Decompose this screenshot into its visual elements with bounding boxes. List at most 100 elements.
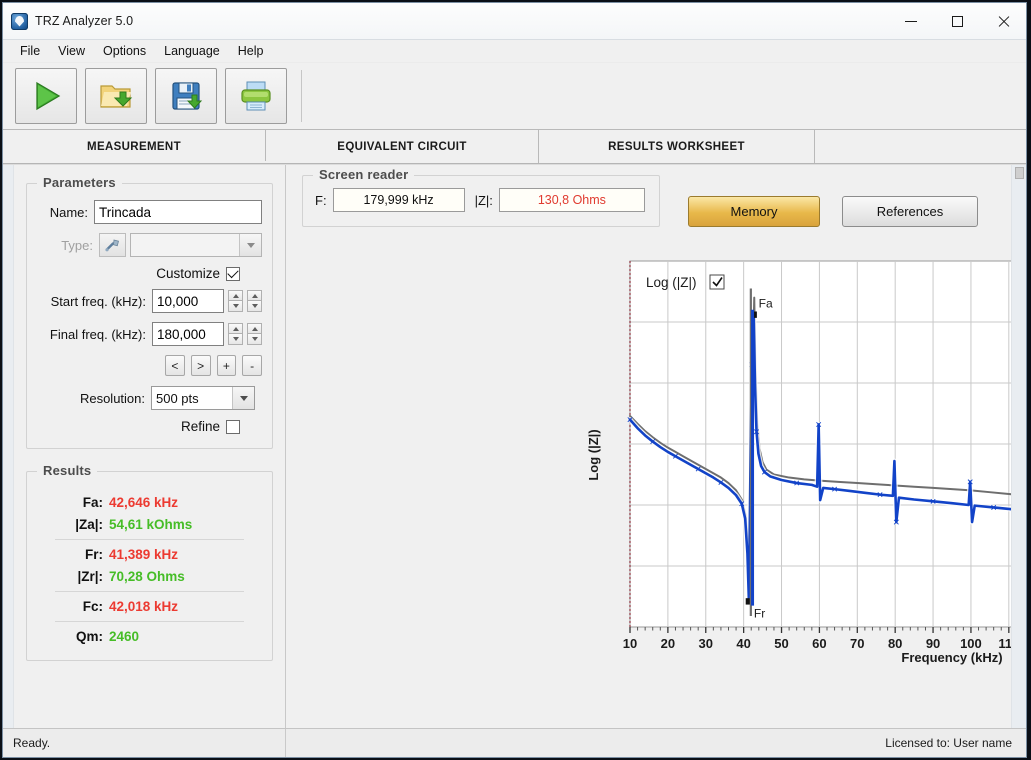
impedance-chart[interactable]: FaFr 10203040506070809010011012013014015… [584, 255, 1027, 665]
menu-view[interactable]: View [49, 42, 94, 60]
resolution-value: 500 pts [156, 391, 199, 406]
resolution-dropdown[interactable]: 500 pts [151, 386, 255, 410]
frequency-label: F: [315, 193, 327, 208]
status-message: Ready. [3, 729, 286, 757]
main-toolbar [3, 63, 1026, 130]
decrease-button[interactable]: - [242, 355, 262, 376]
references-button[interactable]: References [842, 196, 978, 227]
start-freq-down-fine[interactable] [228, 301, 243, 312]
start-freq-spinner-fine[interactable] [228, 290, 243, 312]
minimize-icon [905, 21, 917, 22]
app-window: TRZ Analyzer 5.0 File View Options Langu… [2, 2, 1027, 758]
right-gutter[interactable] [1011, 165, 1026, 728]
svg-text:60: 60 [812, 636, 826, 651]
final-freq-row: Final freq. (kHz): [37, 322, 262, 346]
left-gutter [3, 165, 14, 728]
memory-button[interactable]: Memory [688, 196, 820, 227]
final-freq-up-fine[interactable] [228, 323, 243, 334]
final-freq-input[interactable] [152, 322, 224, 346]
resolution-row: Resolution: 500 pts [37, 386, 262, 410]
menu-options[interactable]: Options [94, 42, 155, 60]
svg-text:Fa: Fa [759, 297, 773, 311]
name-input[interactable] [94, 200, 262, 224]
parameters-title: Parameters [37, 175, 122, 190]
refine-checkbox[interactable] [226, 420, 240, 434]
menu-file[interactable]: File [11, 42, 49, 60]
final-freq-down-fine[interactable] [228, 334, 243, 345]
customize-row: Customize [37, 266, 262, 281]
close-button[interactable] [980, 3, 1026, 39]
svg-text:10: 10 [623, 636, 637, 651]
chart-canvas[interactable]: FaFr 10203040506070809010011012013014015… [584, 255, 1027, 665]
open-file-button[interactable] [85, 68, 147, 124]
minimize-button[interactable] [888, 3, 934, 39]
menu-help[interactable]: Help [229, 42, 273, 60]
tab-measurement[interactable]: MEASUREMENT [3, 130, 266, 163]
start-freq-spinner-coarse[interactable] [247, 290, 262, 312]
result-key-fr: Fr: [37, 547, 109, 562]
svg-text:70: 70 [850, 636, 864, 651]
result-key-za: |Za|: [37, 517, 109, 532]
tab-strip-filler [815, 130, 1026, 163]
result-row-fa: Fa: 42,646 kHz [37, 495, 262, 510]
toolbar-separator [301, 70, 302, 122]
result-row-za: |Za|: 54,61 kOhms [37, 517, 262, 532]
window-title: TRZ Analyzer 5.0 [35, 14, 133, 28]
x-axis-ticks [630, 627, 1027, 633]
start-freq-input[interactable] [152, 289, 224, 313]
final-freq-spinner-coarse[interactable] [247, 323, 262, 345]
play-icon [29, 79, 63, 113]
result-row-zr: |Zr|: 70,28 Ohms [37, 569, 262, 584]
results-divider [55, 591, 244, 592]
svg-text:50: 50 [774, 636, 788, 651]
result-value-za: 54,61 kOhms [109, 517, 192, 532]
start-freq-up-fine[interactable] [228, 290, 243, 301]
maximize-icon [952, 16, 963, 27]
menu-language[interactable]: Language [155, 42, 229, 60]
results-divider [55, 539, 244, 540]
print-button[interactable] [225, 68, 287, 124]
maximize-button[interactable] [934, 3, 980, 39]
right-panel: Screen reader F: 179,999 kHz |Z|: 130,8 … [286, 165, 1011, 728]
chevron-down-icon [239, 234, 261, 256]
customize-label: Customize [156, 266, 220, 281]
type-row: Type: [37, 233, 262, 257]
result-value-zr: 70,28 Ohms [109, 569, 185, 584]
menu-bar: File View Options Language Help [3, 40, 1026, 63]
freq-nav-buttons: < > + - [165, 355, 262, 376]
resolution-label: Resolution: [37, 391, 145, 406]
name-label: Name: [37, 205, 88, 220]
wrench-icon [104, 238, 121, 253]
left-panel: Parameters Name: Type: [14, 165, 286, 728]
x-axis-label: Frequency (kHz) [901, 650, 1002, 665]
run-measurement-button[interactable] [15, 68, 77, 124]
final-freq-down-coarse[interactable] [247, 334, 262, 345]
svg-text:Fr: Fr [754, 606, 765, 620]
log-scale-checkbox[interactable] [710, 275, 724, 289]
result-key-zr: |Zr|: [37, 569, 109, 584]
step-forward-button[interactable]: > [191, 355, 211, 376]
app-logo-icon [11, 13, 28, 30]
step-back-button[interactable]: < [165, 355, 185, 376]
status-bar: Ready. Licensed to: User name [3, 728, 1026, 757]
tab-equivalent-circuit[interactable]: EQUIVALENT CIRCUIT [266, 130, 539, 163]
tab-results-worksheet[interactable]: RESULTS WORKSHEET [539, 130, 815, 163]
refine-row: Refine [37, 419, 262, 434]
customize-checkbox[interactable] [226, 267, 240, 281]
save-file-button[interactable] [155, 68, 217, 124]
final-freq-label: Final freq. (kHz): [37, 327, 146, 342]
start-freq-down-coarse[interactable] [247, 301, 262, 312]
y-axis-label: Log (|Z|) [586, 429, 601, 480]
result-value-fc: 42,018 kHz [109, 599, 178, 614]
final-freq-spinner-fine[interactable] [228, 323, 243, 345]
result-key-fa: Fa: [37, 495, 109, 510]
increase-button[interactable]: + [217, 355, 237, 376]
type-config-button[interactable] [99, 233, 126, 257]
frequency-readout: 179,999 kHz [333, 188, 465, 212]
final-freq-up-coarse[interactable] [247, 323, 262, 334]
start-freq-up-coarse[interactable] [247, 290, 262, 301]
printer-icon [238, 79, 274, 113]
open-folder-icon [98, 80, 134, 112]
type-dropdown[interactable] [130, 233, 262, 257]
x-axis-tick-labels: 1020304050607080901001101201301401501601… [623, 636, 1027, 651]
